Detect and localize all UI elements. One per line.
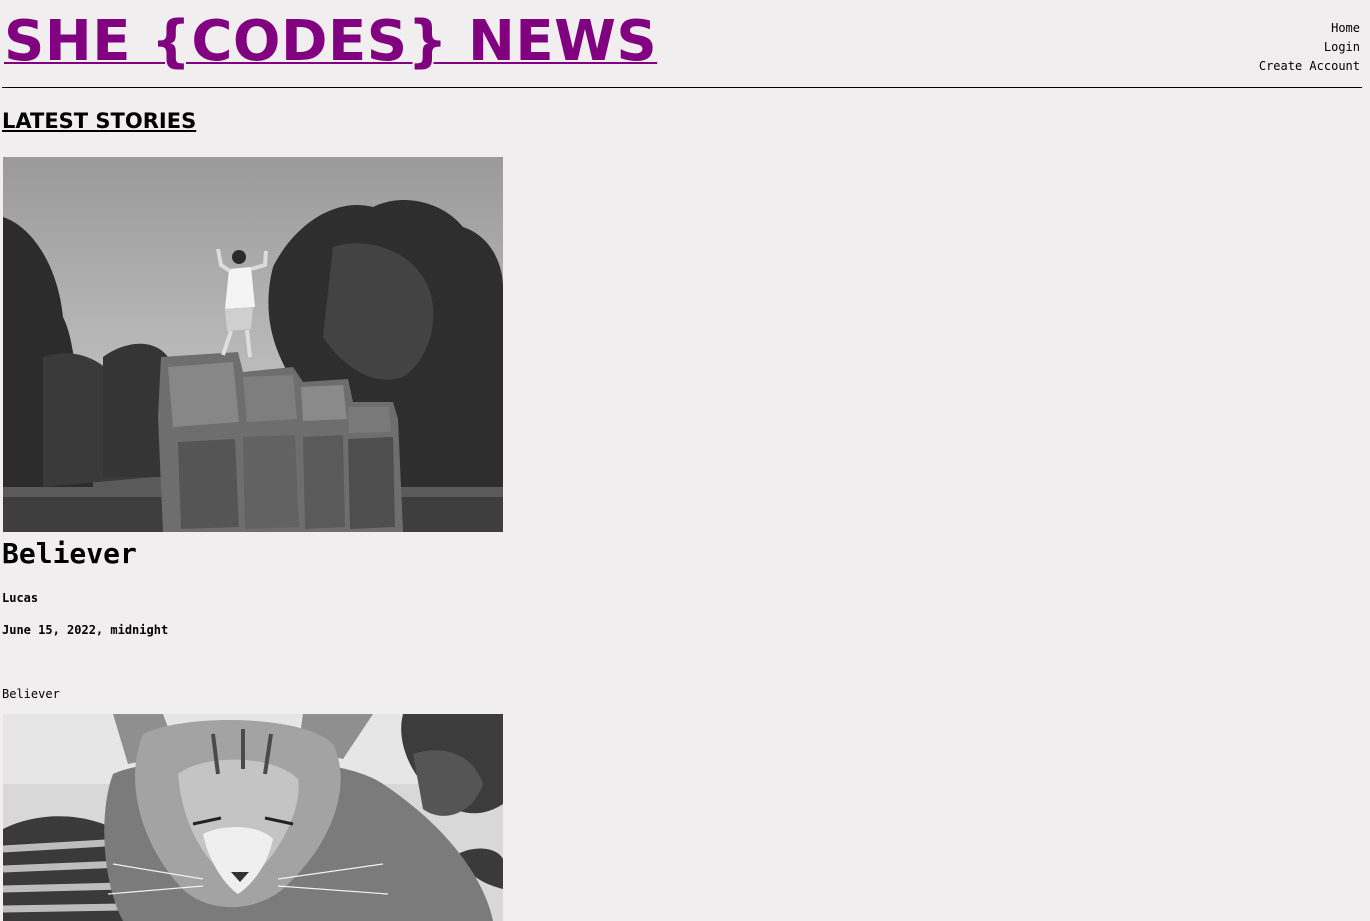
nav-login-link[interactable]: Login xyxy=(1259,38,1360,57)
site-title-link[interactable]: SHE {CODES} NEWS xyxy=(4,10,657,74)
story-body: Believer xyxy=(2,687,60,701)
story-photo-cat xyxy=(3,714,503,921)
site-header: SHE {CODES} NEWS Home Login Create Accou… xyxy=(0,0,1370,88)
story-image[interactable] xyxy=(3,714,503,921)
nav-create-account-link[interactable]: Create Account xyxy=(1259,57,1360,76)
story-date: June 15, 2022, midnight xyxy=(2,623,169,637)
story-title[interactable]: Believer xyxy=(2,536,137,572)
story-photo-climber xyxy=(3,157,503,532)
page: SHE {CODES} NEWS Home Login Create Accou… xyxy=(0,0,1370,921)
main-nav: Home Login Create Account xyxy=(1259,19,1360,76)
nav-home-link[interactable]: Home xyxy=(1259,19,1360,38)
header-divider xyxy=(2,87,1362,88)
story-image[interactable] xyxy=(3,157,503,532)
section-title: LATEST STORIES xyxy=(2,109,197,133)
story-author: Lucas xyxy=(2,591,39,605)
